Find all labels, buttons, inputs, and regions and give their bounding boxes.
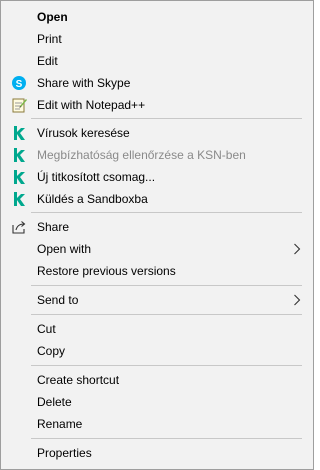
menu-separator: [31, 118, 302, 119]
menu-item-ksn-check: Megbízhatóság ellenőrzése a KSN-ben: [3, 144, 311, 166]
share-icon: [12, 221, 26, 234]
svg-text:S: S: [16, 79, 23, 90]
menu-item-properties-label: Properties: [37, 446, 92, 460]
menu-separator: [31, 438, 302, 439]
menu-item-print[interactable]: Print: [3, 28, 311, 50]
menu-item-properties[interactable]: Properties: [3, 442, 311, 464]
menu-item-cut[interactable]: Cut: [3, 318, 311, 340]
menu-separator: [31, 285, 302, 286]
menu-item-open-with-label: Open with: [37, 242, 92, 256]
menu-item-edit[interactable]: Edit: [3, 50, 311, 72]
chevron-right-icon: [294, 243, 301, 255]
kaspersky-k-icon: [14, 126, 25, 140]
kaspersky-k-icon: [14, 192, 25, 206]
menu-item-rename-label: Rename: [37, 417, 83, 431]
menu-item-delete[interactable]: Delete: [3, 391, 311, 413]
menu-item-open[interactable]: Open: [3, 6, 311, 28]
menu-item-edit-with-notepad[interactable]: Edit with Notepad++: [3, 94, 311, 116]
menu-item-edit-label: Edit: [37, 54, 58, 68]
menu-item-new-encrypted-package-label: Új titkosított csomag...: [37, 170, 156, 184]
menu-item-open-label: Open: [37, 10, 68, 24]
menu-separator: [31, 365, 302, 366]
menu-item-print-label: Print: [37, 32, 62, 46]
menu-separator: [31, 314, 302, 315]
menu-item-create-shortcut[interactable]: Create shortcut: [3, 369, 311, 391]
context-menu: Open Print Edit S Share with Skype Edit …: [0, 0, 314, 470]
menu-item-restore-previous-versions-label: Restore previous versions: [37, 264, 176, 278]
notepad-plus-plus-icon: [12, 98, 27, 113]
menu-item-share[interactable]: Share: [3, 216, 311, 238]
menu-item-send-to-sandbox-label: Küldés a Sandboxba: [37, 192, 148, 206]
menu-item-new-encrypted-package[interactable]: Új titkosított csomag...: [3, 166, 311, 188]
menu-item-virus-scan-label: Vírusok keresése: [37, 126, 130, 140]
skype-icon: S: [12, 76, 26, 90]
chevron-right-icon: [294, 294, 301, 306]
menu-item-send-to-sandbox[interactable]: Küldés a Sandboxba: [3, 188, 311, 210]
menu-item-send-to-label: Send to: [37, 293, 79, 307]
menu-item-copy-label: Copy: [37, 344, 66, 358]
menu-item-share-with-skype-label: Share with Skype: [37, 76, 131, 90]
kaspersky-k-icon: [14, 148, 25, 162]
kaspersky-k-icon: [14, 170, 25, 184]
menu-item-edit-with-notepad-label: Edit with Notepad++: [37, 98, 146, 112]
menu-item-share-label: Share: [37, 220, 70, 234]
menu-item-virus-scan[interactable]: Vírusok keresése: [3, 122, 311, 144]
menu-item-cut-label: Cut: [37, 322, 56, 336]
menu-separator: [31, 212, 302, 213]
menu-item-ksn-check-label: Megbízhatóság ellenőrzése a KSN-ben: [37, 148, 246, 162]
menu-item-send-to[interactable]: Send to: [3, 289, 311, 311]
menu-item-share-with-skype[interactable]: S Share with Skype: [3, 72, 311, 94]
menu-item-open-with[interactable]: Open with: [3, 238, 311, 260]
menu-item-copy[interactable]: Copy: [3, 340, 311, 362]
menu-item-restore-previous-versions[interactable]: Restore previous versions: [3, 260, 311, 282]
menu-item-delete-label: Delete: [37, 395, 72, 409]
menu-item-rename[interactable]: Rename: [3, 413, 311, 435]
menu-item-create-shortcut-label: Create shortcut: [37, 373, 120, 387]
